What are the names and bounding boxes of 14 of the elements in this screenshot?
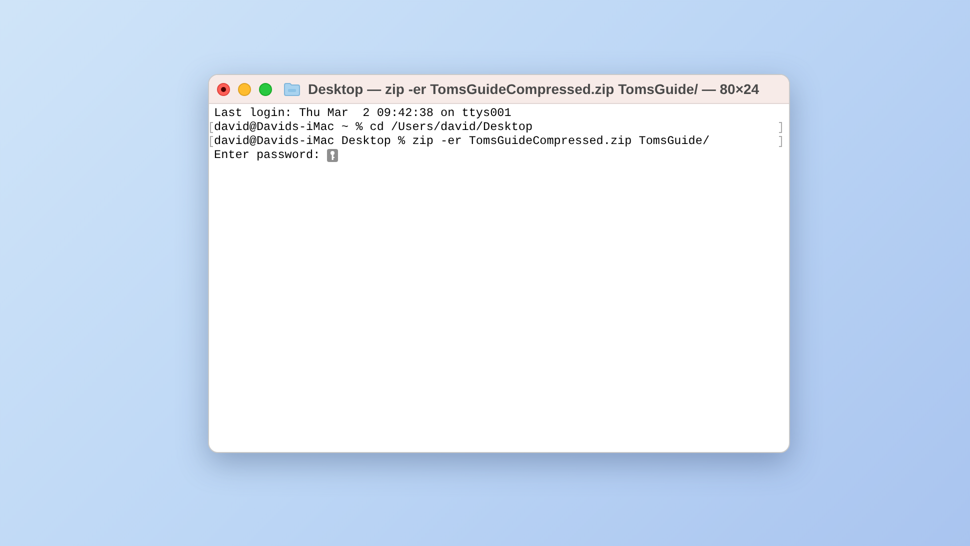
terminal-line: david@Davids-iMac Desktop % zip -er TomsGuideCompressed.zip TomsGuide/ xyxy=(214,134,710,148)
window-title: Desktop — zip -er TomsGuideCompressed.zip TomsGuide/ — 80×24 xyxy=(308,80,760,99)
line-mark xyxy=(210,136,213,147)
terminal-line: david@Davids-iMac ~ % cd /Users/david/Desktop xyxy=(214,120,533,134)
line-mark xyxy=(779,136,782,147)
minimize-button[interactable] xyxy=(238,82,251,96)
zoom-button[interactable] xyxy=(259,82,272,96)
folder-icon xyxy=(284,82,300,96)
line-mark xyxy=(210,122,213,133)
close-button[interactable] xyxy=(217,82,230,96)
key-icon xyxy=(327,148,338,162)
line-mark xyxy=(779,122,782,133)
terminal-line: Last login: Thu Mar 2 09:42:38 on ttys001 xyxy=(214,106,512,120)
terminal-line: Enter password: xyxy=(214,148,320,162)
